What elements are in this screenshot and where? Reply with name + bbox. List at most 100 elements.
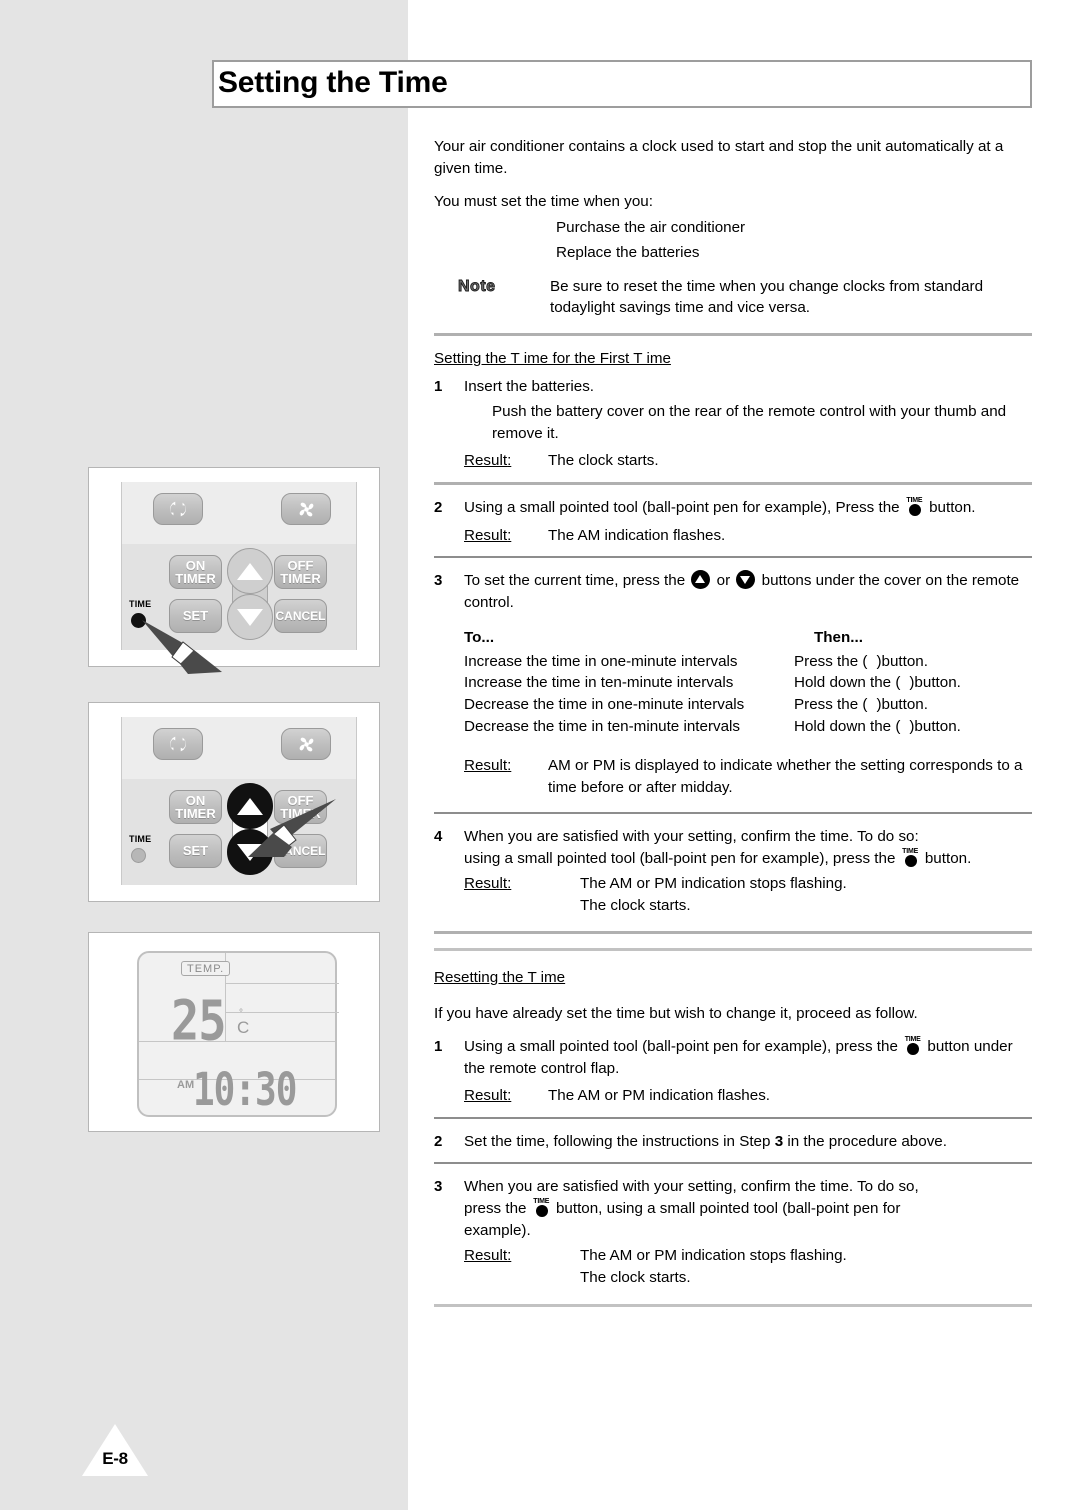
step-1-detail: Push the battery cover on the rear of th… (492, 403, 1007, 442)
step-text: Using a small pointed tool (ball-point p… (464, 497, 1032, 519)
reset-step-3-line-3: example). (464, 1221, 531, 1239)
table-cell-then-post: )button. (876, 652, 928, 670)
result-text: The AM or PM indication flashes. (548, 1087, 771, 1105)
reset-step-1: 1 Using a small pointed tool (ball-point… (434, 1036, 1032, 1079)
note-text: Be sure to reset the time when you chang… (550, 277, 984, 317)
arrow-down-icon (736, 570, 756, 590)
step-text: Set the time, following the instructions… (464, 1131, 1032, 1153)
time-icon-dot (904, 854, 917, 867)
result-label: Result: (464, 875, 512, 893)
fan-speed-button[interactable] (281, 728, 331, 760)
table-header-row: To... Then... (464, 627, 1032, 649)
table-cell-then-post: )button. (876, 695, 928, 713)
reset-step-2-text-before: Set the time, following the instructions… (464, 1132, 771, 1150)
remote-control-body: ON TIMER OFF TIMER SET CANCEL TIME (121, 717, 357, 885)
table-cell-then-pre: Hold down the ( (794, 674, 901, 692)
set-button[interactable]: SET (169, 834, 222, 868)
intro-paragraph-2: You must set the time when you: (434, 193, 653, 211)
step-3-result: Result: AM or PM is displayed to indicat… (464, 755, 1032, 798)
result-text: The clock starts. (548, 452, 659, 470)
reset-step-3: 3 When you are satisfied with your setti… (434, 1176, 1032, 1241)
table-row: Increase the time in ten-minute interval… (464, 672, 1032, 694)
divider (434, 333, 1032, 337)
illustration-lcd-display: TEMP. 25 ° C AM 10:30 (88, 932, 380, 1132)
table-cell-then-pre: Press the ( (794, 695, 868, 713)
step-number: 3 (434, 1178, 443, 1196)
on-timer-button[interactable]: ON TIMER (169, 790, 222, 824)
step-text: When you are satisfied with your setting… (464, 1176, 1032, 1241)
illustration-remote-arrow-buttons: ON TIMER OFF TIMER SET CANCEL TIME (88, 702, 380, 902)
step-1-result: Result: The clock starts. (464, 450, 1032, 472)
remote-control-body: ON TIMER OFF TIMER SET CANCEL TIME (121, 482, 357, 674)
time-button-icon: TIME (533, 1198, 550, 1218)
stylus-pointer-icon (142, 620, 222, 674)
step-number: 4 (434, 828, 443, 846)
divider (434, 812, 1032, 815)
table-cell-then-pre: Press the ( (794, 652, 868, 670)
step-text: Insert the batteries. (464, 377, 595, 395)
table-cell-to: Decrease the time in one-minute interval… (464, 695, 745, 713)
on-timer-label-2: TIMER (175, 571, 216, 586)
resetting-intro: If you have already set the time but wis… (434, 1004, 918, 1022)
content-column-lower: Resetting the T ime If you have already … (434, 948, 1032, 1319)
step-1: 1 Insert the batteries. (434, 376, 1032, 398)
lcd-divider-1 (225, 983, 339, 984)
arrow-up-icon (691, 570, 711, 590)
step-3-text-middle: or (716, 572, 731, 590)
off-timer-button[interactable]: OFF TIMER (274, 555, 327, 589)
table-cell-then: Hold down the ()button. (794, 716, 1032, 738)
illustration-remote-time-button: ON TIMER OFF TIMER SET CANCEL TIME (88, 467, 380, 674)
on-timer-button[interactable]: ON TIMER (169, 555, 222, 589)
note-block: Note Be sure to reset the time when you … (434, 276, 1032, 319)
time-button[interactable] (131, 848, 146, 863)
on-timer-label-1: ON (185, 792, 206, 808)
result-text: AM or PM is displayed to indicate whethe… (548, 757, 1023, 796)
table-header-to: To... (464, 629, 495, 647)
divider (434, 556, 1032, 559)
reset-step-3-line-1: When you are satisfied with your setting… (464, 1178, 919, 1196)
step-3: 3 To set the current time, press the or … (434, 570, 1032, 613)
table-cell-to: Increase the time in one-minute interval… (464, 652, 738, 670)
table-row: Decrease the time in one-minute interval… (464, 694, 1032, 716)
fan-speed-button[interactable] (281, 493, 331, 525)
step-4-line-1: When you are satisfied with your setting… (464, 828, 919, 846)
result-label-text: Result (464, 1247, 508, 1265)
step-4-text-before: using a small pointed tool (ball-point p… (464, 849, 896, 867)
step-text: Using a small pointed tool (ball-point p… (464, 1036, 1032, 1079)
time-button-icon: TIME (906, 497, 923, 516)
time-button-caption: TIME (129, 599, 152, 609)
reset-step-2-bold-ref: 3 (774, 1132, 784, 1150)
swing-button[interactable] (153, 728, 203, 760)
time-button-icon: TIME (904, 1036, 921, 1056)
swing-button[interactable] (153, 493, 203, 525)
result-line-1: The AM or PM indication stops flashing. (580, 1247, 847, 1265)
arrow-up-icon (237, 562, 263, 580)
step-2-text-before: Using a small pointed tool (ball-point p… (464, 498, 900, 516)
fan-icon (299, 737, 313, 751)
result-line-2: The clock starts. (580, 897, 691, 915)
clock-value: 10:30 (193, 1065, 297, 1117)
step-number: 2 (434, 498, 443, 516)
reset-step-3-text-before: press the (464, 1200, 527, 1218)
cancel-button[interactable]: CANCEL (274, 599, 327, 633)
temp-up-button[interactable] (227, 548, 273, 594)
result-label: Result: (464, 452, 512, 470)
on-timer-label-2: TIMER (175, 806, 216, 821)
table-cell-then-post: )button. (909, 674, 961, 692)
time-button-caption: TIME (129, 834, 152, 844)
step-4-text-after: button. (924, 849, 972, 867)
table-cell-then: Hold down the ( )button. (794, 672, 1032, 694)
divider (434, 1162, 1032, 1165)
table-row: Increase the time in one-minute interval… (464, 651, 1032, 673)
step-2: 2 Using a small pointed tool (ball-point… (434, 497, 1032, 519)
intro-bullet-1: Purchase the air conditioner (556, 218, 746, 236)
step-2-result: Result: The AM indication flashes. (464, 525, 1032, 547)
time-button-icon: TIME (902, 848, 919, 867)
table-row: Decrease the time in ten-minute interval… (464, 716, 1032, 738)
divider (434, 1116, 1032, 1119)
time-icon-dot (908, 503, 921, 516)
fan-icon (299, 502, 313, 516)
temperature-unit: ° C (237, 1009, 249, 1037)
table-cell-then: Press the ( )button. (794, 694, 1032, 716)
divider (434, 481, 1032, 485)
